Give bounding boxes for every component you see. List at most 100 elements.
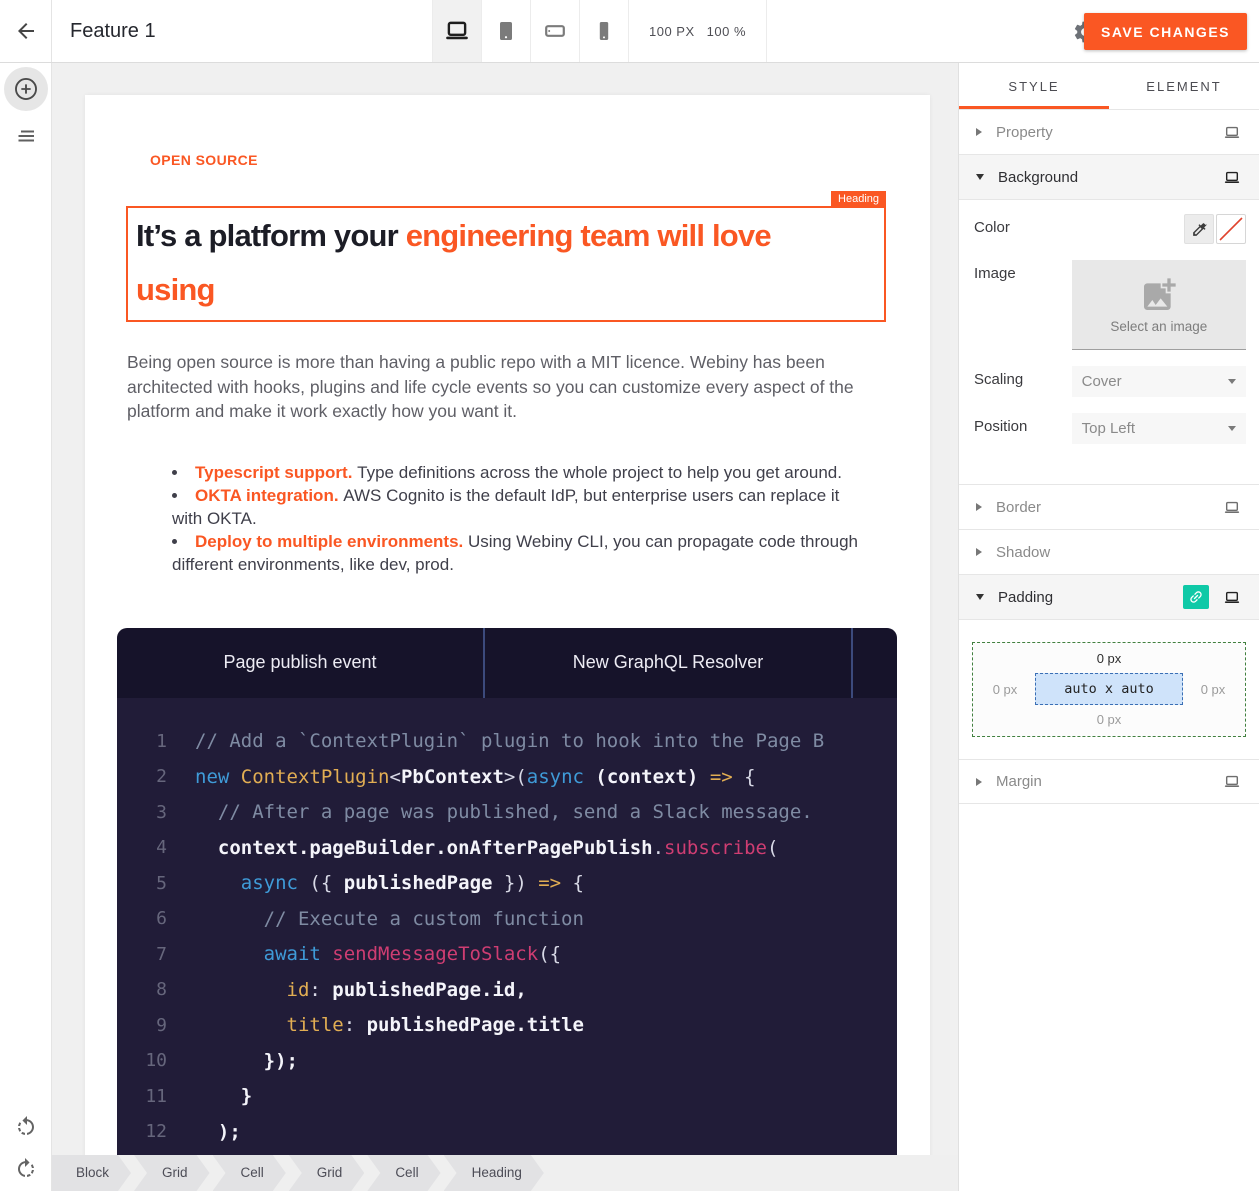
bullet-text: Type definitions across the whole projec… (357, 463, 842, 482)
padding-right-value[interactable]: 0 px (1191, 682, 1235, 697)
page-document[interactable]: OPEN SOURCE Heading It’s a platform your… (85, 95, 930, 1191)
line-number: 1 (117, 731, 167, 752)
selected-heading-element[interactable]: Heading It’s a platform your engineering… (126, 206, 886, 322)
padding-settings: 0 px 0 px auto x auto 0 px 0 px (959, 642, 1259, 737)
feature-list-item: OKTA integration. AWS Cognito is the def… (172, 484, 870, 530)
code-line: 9 title: publishedPage.title (117, 1008, 897, 1044)
line-number: 6 (117, 908, 167, 929)
padding-center-size[interactable]: auto x auto (1035, 673, 1183, 705)
redo-icon (14, 1157, 38, 1181)
breadcrumb-item-heading-5[interactable]: Heading (444, 1155, 544, 1191)
chevron-down-icon (976, 594, 984, 600)
code-line: 2new ContextPlugin<PbContext>(async (con… (117, 759, 897, 795)
link-values-button[interactable] (1183, 585, 1209, 609)
plus-circle-icon (12, 75, 40, 103)
code-text: // Execute a custom function (195, 908, 584, 930)
section-padding-label: Padding (998, 589, 1053, 606)
breadcrumb-item-grid-1[interactable]: Grid (134, 1155, 210, 1191)
breadcrumb-item-cell-2[interactable]: Cell (213, 1155, 286, 1191)
breadcrumb-item-cell-4[interactable]: Cell (367, 1155, 440, 1191)
code-text: new ContextPlugin<PbContext>(async (cont… (195, 766, 756, 788)
chevron-right-icon (976, 128, 982, 136)
breadcrumb-item-grid-3[interactable]: Grid (289, 1155, 365, 1191)
line-number: 5 (117, 873, 167, 894)
laptop-icon (1222, 773, 1242, 790)
breadcrumb-item-label: Cell (395, 1165, 418, 1180)
code-text: ); (195, 1121, 241, 1143)
line-number: 7 (117, 944, 167, 965)
breadcrumb-item-label: Grid (317, 1165, 343, 1180)
section-border[interactable]: Border (959, 485, 1259, 530)
tab-element[interactable]: ELEMENT (1109, 63, 1259, 109)
section-property[interactable]: Property (959, 110, 1259, 155)
page-heading: It’s a platform your engineering team wi… (128, 208, 884, 320)
section-shadow[interactable]: Shadow (959, 530, 1259, 575)
code-text: id: publishedPage.id, (195, 979, 527, 1001)
list-icon (14, 124, 38, 148)
no-color-swatch[interactable] (1216, 214, 1246, 244)
code-line: 11 } (117, 1079, 897, 1115)
background-settings: Color Image Select an image (959, 200, 1259, 485)
padding-bottom-value[interactable]: 0 px (983, 712, 1235, 727)
device-desktop-button[interactable] (433, 0, 482, 62)
top-toolbar: Feature 1 100 PX 100 % (0, 0, 1259, 63)
line-number: 12 (117, 1121, 167, 1142)
code-line: 4 context.pageBuilder.onAfterPagePublish… (117, 830, 897, 866)
code-text: }); (195, 1050, 298, 1072)
undo-button[interactable] (14, 1115, 38, 1139)
device-mobile-button[interactable] (580, 0, 629, 62)
code-text: await sendMessageToSlack({ (195, 943, 561, 965)
padding-editor: 0 px 0 px auto x auto 0 px 0 px (972, 642, 1246, 737)
position-select[interactable]: Top Left (1072, 413, 1246, 444)
select-image-hint: Select an image (1110, 319, 1207, 334)
section-border-label: Border (996, 499, 1041, 516)
section-padding[interactable]: Padding (959, 575, 1259, 620)
image-label: Image (974, 260, 1072, 282)
bullet-lead: OKTA integration. (195, 486, 343, 505)
code-lines: 1 // Add a `ContextPlugin` plugin to hook… (117, 698, 897, 1170)
kicker-label[interactable]: OPEN SOURCE (85, 95, 930, 168)
add-element-button[interactable] (4, 67, 48, 111)
section-margin[interactable]: Margin (959, 759, 1259, 804)
element-tree-button[interactable] (14, 124, 38, 148)
padding-top-value[interactable]: 0 px (983, 651, 1235, 666)
code-text: // After a page was published, send a Sl… (195, 801, 813, 823)
code-text: async ({ publishedPage }) => { (195, 872, 584, 894)
chevron-down-icon (976, 174, 984, 180)
zoom-level-label: 100 % (707, 24, 746, 39)
tablet-icon (494, 19, 518, 43)
code-snippet-element[interactable]: Page publish eventNew GraphQL Resolver 1… (117, 628, 897, 1170)
redo-button[interactable] (14, 1157, 38, 1181)
laptop-icon (1222, 499, 1242, 516)
breadcrumb-item-block-0[interactable]: Block (52, 1155, 131, 1191)
code-text: } (195, 1085, 252, 1107)
heading-dark-text: It’s a platform your (136, 218, 406, 253)
viewport-width-label: 100 PX (649, 24, 695, 39)
position-label: Position (974, 413, 1072, 435)
save-changes-button[interactable]: SAVE CHANGES (1084, 13, 1247, 50)
code-text: // Add a `ContextPlugin` plugin to hook … (195, 730, 824, 752)
code-line: 3 // After a page was published, send a … (117, 795, 897, 831)
feature-list-item: Typescript support. Type definitions acr… (172, 461, 870, 484)
code-line: 1 // Add a `ContextPlugin` plugin to hook… (117, 724, 897, 760)
back-button[interactable] (0, 0, 52, 62)
chevron-right-icon (976, 548, 982, 556)
feature-list[interactable]: Typescript support. Type definitions acr… (85, 461, 930, 576)
laptop-icon (1222, 589, 1242, 606)
intro-paragraph[interactable]: Being open source is more than having a … (127, 350, 889, 424)
laptop-icon (1222, 169, 1242, 186)
padding-left-value[interactable]: 0 px (983, 682, 1027, 697)
device-tablet-landscape-button[interactable] (531, 0, 580, 62)
color-picker-button[interactable] (1184, 214, 1214, 244)
scaling-select[interactable]: Cover (1072, 366, 1246, 397)
tab-style[interactable]: STYLE (959, 63, 1109, 109)
feature-list-item: Deploy to multiple environments. Using W… (172, 530, 870, 576)
laptop-icon (1222, 124, 1242, 141)
mobile-icon (592, 19, 616, 43)
line-number: 9 (117, 1015, 167, 1036)
section-background[interactable]: Background (959, 155, 1259, 200)
select-image-dropzone[interactable]: Select an image (1072, 260, 1246, 350)
device-tablet-button[interactable] (482, 0, 531, 62)
code-line: 8 id: publishedPage.id, (117, 972, 897, 1008)
section-property-label: Property (996, 124, 1053, 141)
